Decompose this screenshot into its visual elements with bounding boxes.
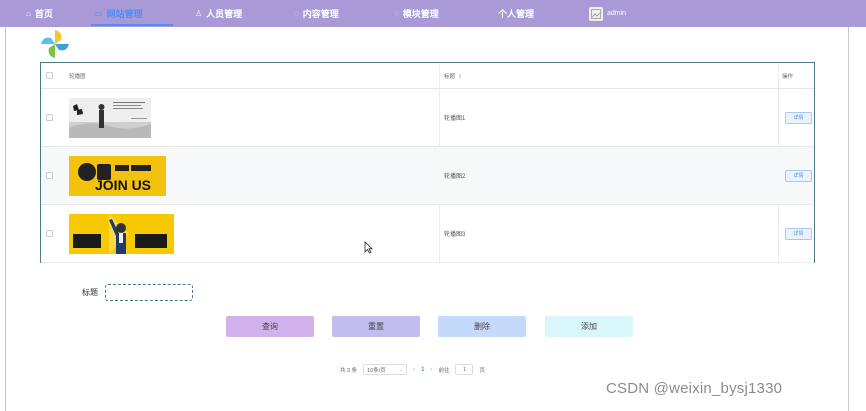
nav-item-personal[interactable]: 个人管理 bbox=[498, 0, 534, 27]
page-unit: 页 bbox=[479, 367, 485, 374]
nav-label: 模块管理 bbox=[402, 9, 439, 19]
row-title: 轮播图1 bbox=[444, 116, 466, 122]
table-row: 轮播图3 详情 bbox=[41, 205, 814, 263]
mouse-cursor-icon bbox=[364, 241, 373, 254]
nav-label: 人员管理 bbox=[206, 9, 243, 19]
nav-item-people[interactable]: ♙ 人员管理 bbox=[195, 0, 242, 27]
page-size-select[interactable]: 10条/页 ⌄ bbox=[363, 364, 408, 375]
carousel-image-join-us: JOIN US bbox=[69, 155, 166, 196]
user-menu[interactable]: admin bbox=[589, 0, 626, 27]
user-name: admin bbox=[607, 10, 627, 17]
chevron-down-icon: ⌄ bbox=[398, 366, 404, 373]
nav-item-module[interactable]: ◌ 模块管理 bbox=[394, 0, 439, 27]
nav-label: 内容管理 bbox=[302, 9, 339, 19]
svg-text:JOIN US: JOIN US bbox=[95, 177, 151, 193]
watermark: CSDN @weixin_bysj1330 bbox=[606, 380, 783, 397]
nav-label: 个人管理 bbox=[498, 9, 535, 19]
add-button[interactable]: 添加 bbox=[545, 316, 633, 337]
select-all-checkbox[interactable] bbox=[46, 72, 53, 79]
header-title[interactable]: 标题 ⇕ bbox=[444, 72, 462, 80]
total-count: 共 3 条 bbox=[340, 367, 358, 374]
header-title-label: 标题 bbox=[444, 73, 456, 80]
logo-pinwheel-icon bbox=[41, 30, 69, 58]
query-button[interactable]: 查询 bbox=[226, 316, 314, 337]
web-icon: ▭ bbox=[95, 9, 103, 18]
content-border-right bbox=[848, 27, 849, 411]
nav-item-home[interactable]: ⌂ 首页 bbox=[26, 0, 53, 27]
carousel-image-job-poster bbox=[69, 213, 174, 254]
nav-label: 网站管理 bbox=[106, 9, 143, 19]
reset-button[interactable]: 重置 bbox=[332, 316, 420, 337]
page-size-value: 10条/页 bbox=[367, 367, 386, 374]
top-nav: ⌂ 首页 ▭ 网站管理 ♙ 人员管理 ◌ 内容管理 ◌ 模块管理 个人管理 ad… bbox=[0, 0, 866, 27]
row-title: 轮播图2 bbox=[444, 174, 466, 180]
home-icon: ⌂ bbox=[26, 9, 31, 18]
avatar-icon bbox=[589, 6, 603, 21]
header-image: 轮播图 bbox=[69, 73, 86, 80]
goto-page-input[interactable]: 1 bbox=[455, 364, 474, 375]
header-action: 操作 bbox=[782, 73, 794, 80]
content-border-left bbox=[5, 27, 6, 411]
prev-page-icon[interactable]: ‹ bbox=[413, 367, 415, 373]
nav-item-content[interactable]: ◌ 内容管理 bbox=[294, 0, 339, 27]
table-row: JOIN US 轮播图2 详情 bbox=[41, 147, 814, 205]
nav-active-underline bbox=[91, 24, 173, 26]
next-page-icon[interactable]: › bbox=[430, 367, 432, 373]
page-number[interactable]: 1 bbox=[421, 367, 424, 373]
nav-label: 首页 bbox=[34, 9, 53, 19]
sort-icon[interactable]: ⇕ bbox=[458, 74, 462, 80]
nav-item-website[interactable]: ▭ 网站管理 bbox=[95, 0, 143, 27]
module-icon: ◌ bbox=[394, 9, 399, 18]
user-icon: ♙ bbox=[195, 9, 203, 18]
goto-label: 前往 bbox=[438, 367, 450, 374]
detail-button[interactable]: 详情 bbox=[785, 169, 812, 182]
delete-button[interactable]: 删除 bbox=[438, 316, 526, 337]
pagination: 共 3 条 10条/页 ⌄ ‹ 1 › 前往 1 页 bbox=[340, 364, 485, 375]
table-header: 轮播图 标题 ⇕ 操作 bbox=[41, 63, 814, 89]
row-checkbox[interactable] bbox=[46, 230, 53, 237]
row-title: 轮播图3 bbox=[444, 232, 466, 238]
carousel-table: 轮播图 标题 ⇕ 操作 轮播图1 详情 JOIN US 轮播图2 详情 轮播图3… bbox=[40, 62, 815, 263]
row-checkbox[interactable] bbox=[46, 114, 53, 121]
carousel-image-ink-painting bbox=[69, 97, 151, 138]
table-row: 轮播图1 详情 bbox=[41, 89, 814, 147]
search-label: 标题 bbox=[82, 288, 98, 297]
detail-button[interactable]: 详情 bbox=[785, 111, 812, 124]
content-icon: ◌ bbox=[294, 9, 299, 18]
row-checkbox[interactable] bbox=[46, 172, 53, 179]
detail-button[interactable]: 详情 bbox=[785, 227, 812, 240]
title-search-input[interactable] bbox=[105, 284, 193, 301]
